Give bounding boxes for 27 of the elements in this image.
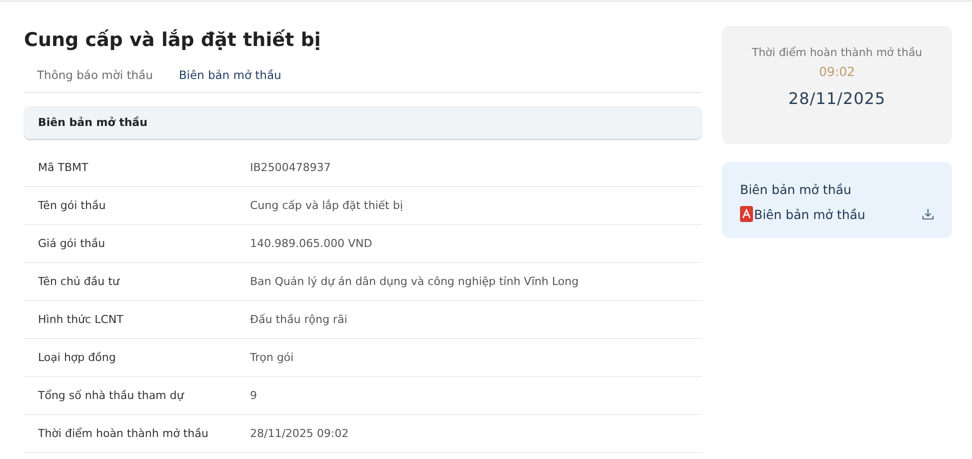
tab[interactable]: Thông báo mời thầu — [37, 68, 153, 82]
file-link[interactable]: Biên bản mở thầu — [740, 206, 866, 222]
field-label: Loại hợp đồng — [38, 351, 117, 364]
field-value: 9 — [250, 389, 258, 402]
field-value: Cung cấp và lắp đặt thiết bị — [250, 199, 404, 212]
field-label: Tên gói thầu — [38, 199, 107, 212]
field-label: Thời điểm hoàn thành mở thầu — [38, 427, 210, 440]
field-value: Trọn gói — [250, 351, 295, 364]
section-header: Biên bản mở thầu — [24, 106, 702, 139]
tab[interactable]: Biên bản mở thầu — [178, 68, 282, 82]
download-icon[interactable] — [922, 208, 934, 220]
page-title: Cung cấp và lắp đặt thiết bị — [24, 28, 322, 53]
field-label: Tên chủ đầu tư — [38, 275, 121, 288]
field-value: 28/11/2025 09:02 — [250, 427, 350, 440]
field-value: IB2500478937 — [250, 161, 332, 174]
completion-date: 28/11/2025 — [788, 89, 886, 108]
field-label: Giá gói thầu — [38, 237, 106, 250]
field-value: Đấu thầu rộng rãi — [250, 313, 348, 326]
completion-label: Thời điểm hoàn thành mở thầu — [752, 46, 922, 59]
field-value: 140.989.065.000 VND — [250, 237, 374, 250]
field-label: Tổng số nhà thầu tham dự — [38, 389, 186, 402]
documents-title: Biên bản mở thầu — [740, 182, 852, 197]
pdf-file-icon — [740, 206, 753, 222]
field-label: Hình thức LCNT — [38, 313, 124, 326]
field-label: Mã TBMT — [38, 161, 90, 174]
completion-time: 09:02 — [818, 64, 856, 79]
field-value: Ban Quản lý dự án dân dụng và công nghiệp tỉnh Vĩnh Long — [250, 275, 580, 288]
